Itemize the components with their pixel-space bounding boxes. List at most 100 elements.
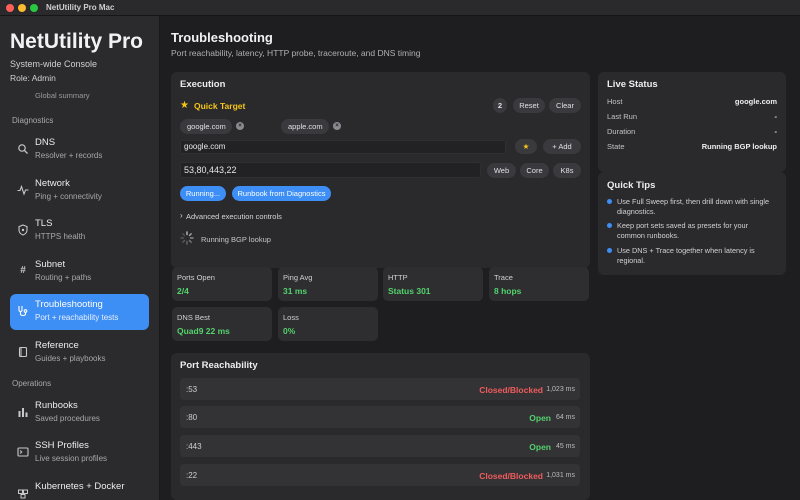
sidebar-item-subtitle: Routing + paths (35, 273, 92, 282)
target-chip-google[interactable]: google.com (180, 119, 232, 134)
sidebar-item-subtitle: HTTPS health (35, 232, 86, 241)
runbook-from-diagnostics-button[interactable]: Runbook from Diagnostics (232, 186, 331, 201)
minimize-window-button[interactable] (18, 4, 26, 12)
title-bar: NetUtility Pro Mac (0, 0, 800, 16)
host-input[interactable]: google.com (180, 140, 506, 154)
sidebar-item-title: SSH Profiles (35, 440, 89, 451)
star-icon: ★ (522, 142, 530, 151)
live-status-value: Running BGP lookup (701, 142, 777, 151)
target-chip-label: google.com (187, 122, 226, 131)
port-latency: 64 ms (555, 414, 575, 421)
stat-value: Quad9 22 ms (177, 326, 230, 336)
stat-loss: Loss 0% (278, 307, 378, 341)
container-icon (17, 487, 29, 499)
remove-chip-icon[interactable]: × (333, 122, 341, 130)
execution-title: Execution (180, 79, 226, 90)
add-target-button[interactable]: + Add (543, 139, 581, 154)
page-subtitle: Port reachability, latency, HTTP probe, … (171, 48, 421, 58)
tip-text: Keep port sets saved as presets for your… (617, 221, 749, 240)
shield-icon (17, 224, 29, 236)
sidebar-item-tls[interactable]: TLS HTTPS health (10, 213, 149, 249)
bullet-icon (607, 199, 612, 204)
advanced-controls-toggle[interactable]: Advanced execution controls (186, 212, 282, 221)
stat-label: Loss (283, 313, 299, 322)
port-status: Open (529, 442, 551, 452)
execution-card: Execution ★ Quick Target 2 Reset Clear g… (171, 72, 590, 268)
stat-ping-avg: Ping Avg 31 ms (278, 267, 378, 301)
sidebar-item-title: Troubleshooting (35, 299, 103, 310)
sidebar-item-dns[interactable]: DNS Resolver + records (10, 132, 149, 168)
sidebar: NetUtility Pro System-wide Console Role:… (0, 16, 160, 500)
stat-http: HTTP Status 301 (383, 267, 483, 301)
bullet-icon (607, 248, 612, 253)
port-number: :443 (186, 442, 202, 451)
stat-value: Status 301 (388, 286, 431, 296)
live-status-value: - (774, 112, 778, 121)
sidebar-item-title: DNS (35, 137, 56, 148)
stat-label: DNS Best (177, 313, 210, 322)
preset-k8s-button[interactable]: K8s (553, 163, 581, 178)
spinner-icon (180, 231, 194, 245)
ports-input[interactable]: 53,80,443,22 (180, 162, 481, 178)
port-row: :22 Closed/Blocked 1,031 ms (180, 464, 580, 486)
terminal-icon (17, 446, 29, 458)
sidebar-item-reference[interactable]: Reference Guides + playbooks (10, 335, 149, 371)
user-role: Role: Admin (10, 73, 56, 83)
preset-core-button[interactable]: Core (520, 163, 549, 178)
chevron-right-icon[interactable]: › (180, 211, 183, 220)
port-row: :443 Open 45 ms (180, 435, 580, 457)
sidebar-item-kubernetes-docker[interactable]: Kubernetes + Docker (10, 476, 149, 500)
star-icon: ★ (180, 100, 189, 111)
remove-chip-icon[interactable]: × (236, 122, 244, 130)
stat-value: 8 hops (494, 286, 522, 296)
live-status-key: State (607, 142, 625, 151)
sidebar-item-subtitle: Live session profiles (35, 454, 108, 463)
target-chip-apple[interactable]: apple.com (281, 119, 329, 134)
stat-value: 0% (283, 326, 296, 336)
sidebar-item-troubleshooting[interactable]: Troubleshooting Port + reachability test… (10, 294, 149, 330)
stat-label: Trace (494, 273, 513, 282)
page-title: Troubleshooting (171, 30, 273, 45)
live-status-value: google.com (734, 97, 777, 106)
zoom-window-button[interactable] (30, 4, 38, 12)
add-label: Add (558, 142, 572, 151)
live-status-card: Live Status Host google.com Last Run - D… (598, 72, 786, 172)
reset-button[interactable]: Reset (513, 98, 545, 113)
target-chip-label: apple.com (288, 122, 323, 131)
port-latency: 1,023 ms (546, 386, 575, 393)
sidebar-item-title: Subnet (35, 259, 66, 270)
bar-chart-icon (17, 406, 29, 418)
book-icon (17, 346, 29, 358)
tip-text: Use Full Sweep first, then drill down wi… (617, 197, 770, 216)
pulse-icon (17, 184, 29, 196)
close-window-button[interactable] (6, 4, 14, 12)
stat-value: 31 ms (283, 286, 308, 296)
sidebar-item-title: Network (35, 178, 70, 189)
port-status: Open (529, 413, 551, 423)
sidebar-item-subnet[interactable]: # Subnet Routing + paths (10, 254, 149, 290)
quick-tips-title: Quick Tips (607, 180, 656, 191)
stethoscope-icon (17, 305, 29, 317)
favorite-button[interactable]: ★ (515, 139, 537, 154)
sidebar-item-network[interactable]: Network Ping + connectivity (10, 173, 149, 209)
sidebar-item-subtitle: Saved procedures (35, 414, 100, 423)
port-status: Closed/Blocked (479, 385, 543, 395)
quick-tips-card: Quick Tips Use Full Sweep first, then dr… (598, 172, 786, 275)
live-status-title: Live Status (607, 79, 658, 90)
port-row: :53 Closed/Blocked 1,023 ms (180, 378, 580, 400)
sidebar-item-ssh-profiles[interactable]: SSH Profiles Live session profiles (10, 435, 149, 471)
global-summary-label: Global summary (35, 91, 90, 100)
bullet-icon (607, 223, 612, 228)
live-status-key: Host (607, 97, 623, 106)
clear-button[interactable]: Clear (549, 98, 581, 113)
preset-web-button[interactable]: Web (487, 163, 516, 178)
sidebar-item-runbooks[interactable]: Runbooks Saved procedures (10, 395, 149, 431)
port-status: Closed/Blocked (479, 471, 543, 481)
running-button[interactable]: Running... (180, 186, 226, 201)
section-operations: Operations (12, 379, 52, 388)
stat-ports-open: Ports Open 2/4 (172, 267, 272, 301)
sidebar-item-title: Kubernetes + Docker (35, 481, 125, 492)
port-number: :80 (186, 413, 198, 422)
live-status-key: Duration (607, 127, 636, 136)
stat-dns-best: DNS Best Quad9 22 ms (172, 307, 272, 341)
